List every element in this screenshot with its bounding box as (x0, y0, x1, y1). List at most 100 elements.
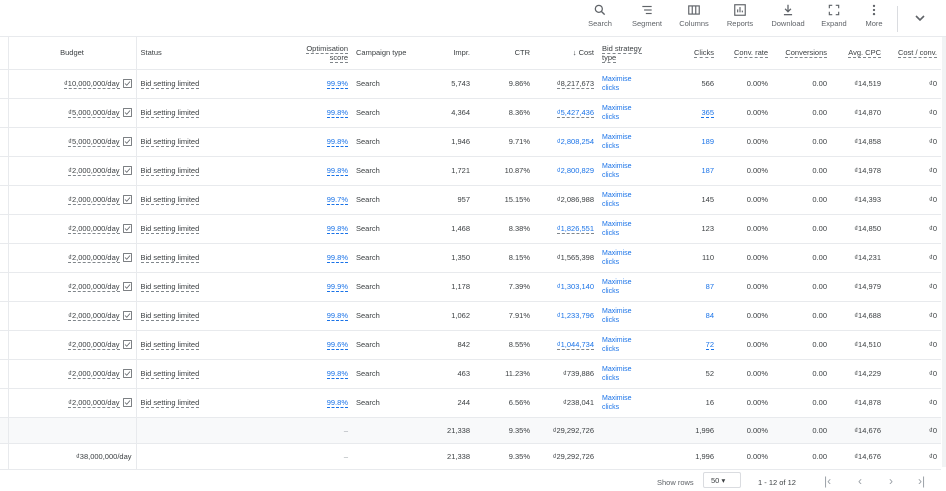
bid-strategy-cell[interactable]: Maximise clicks (598, 272, 664, 302)
optimisation-score-cell[interactable]: 99.8% (300, 243, 352, 273)
bid-strategy-cell[interactable]: Maximise clicks (598, 185, 664, 215)
table-row[interactable]: ₫10,000,000/day Bid setting limited 99.9% S… (0, 69, 941, 99)
cost-cell[interactable]: ₫2,808,254 (534, 127, 598, 157)
budget-cell[interactable]: ₫10,000,000/day (8, 69, 137, 99)
collapse-toolbar-button[interactable] (910, 10, 930, 26)
optimisation-score-cell[interactable]: 99.8% (300, 127, 352, 157)
edit-budget-icon[interactable] (122, 137, 132, 146)
header-avg-cpc[interactable]: Avg. CPC (831, 37, 885, 70)
vertical-scrollbar[interactable] (942, 37, 946, 467)
optimisation-score-cell[interactable]: 99.8% (300, 214, 352, 244)
table-row[interactable]: ₫5,000,000/day Bid setting limited 99.8% Se… (0, 127, 941, 157)
budget-cell[interactable]: ₫2,000,000/day (8, 388, 137, 418)
budget-cell[interactable]: ₫5,000,000/day (8, 98, 137, 128)
header-conv-rate[interactable]: Conv. rate (718, 37, 772, 70)
prev-page-icon[interactable]: ‹ (858, 474, 862, 488)
cost-cell[interactable]: ₫5,427,436 (534, 98, 598, 128)
segment-button[interactable]: Segment (624, 3, 670, 28)
budget-cell[interactable]: ₫2,000,000/day (8, 272, 137, 302)
cost-cell[interactable]: ₫1,565,398 (534, 243, 598, 273)
status-cell[interactable]: Bid setting limited (136, 127, 300, 157)
edit-budget-icon[interactable] (122, 311, 132, 320)
budget-cell[interactable]: ₫5,000,000/day (8, 127, 137, 157)
header-campaign-type[interactable]: Campaign type (352, 37, 416, 70)
header-status[interactable]: Status (136, 37, 300, 70)
clicks-cell[interactable]: 110 (664, 243, 718, 273)
cost-cell[interactable]: ₫238,041 (534, 388, 598, 418)
status-cell[interactable]: Bid setting limited (136, 272, 300, 302)
edit-budget-icon[interactable] (122, 224, 132, 233)
clicks-cell[interactable]: 16 (664, 388, 718, 418)
search-button[interactable]: Search (577, 3, 623, 28)
clicks-cell[interactable]: 72 (664, 330, 718, 360)
bid-strategy-cell[interactable]: Maximise clicks (598, 359, 664, 389)
clicks-cell[interactable]: 566 (664, 69, 718, 99)
table-row[interactable]: ₫2,000,000/day Bid setting limited 99.8% Se… (0, 214, 941, 244)
bid-strategy-cell[interactable]: Maximise clicks (598, 388, 664, 418)
table-row[interactable]: ₫2,000,000/day Bid setting limited 99.6% Se… (0, 330, 941, 360)
edit-budget-icon[interactable] (122, 369, 132, 378)
clicks-cell[interactable]: 87 (664, 272, 718, 302)
optimisation-score-cell[interactable]: 99.9% (300, 272, 352, 302)
first-page-icon[interactable]: |‹ (824, 474, 831, 488)
bid-strategy-cell[interactable]: Maximise clicks (598, 330, 664, 360)
header-ctr[interactable]: CTR (474, 37, 534, 70)
more-button[interactable]: More (851, 3, 897, 28)
status-cell[interactable]: Bid setting limited (136, 214, 300, 244)
table-row[interactable]: ₫2,000,000/day Bid setting limited 99.9% Se… (0, 272, 941, 302)
table-row[interactable]: ₫2,000,000/day Bid setting limited 99.8% Se… (0, 156, 941, 186)
status-cell[interactable]: Bid setting limited (136, 388, 300, 418)
columns-button[interactable]: Columns (671, 3, 717, 28)
edit-budget-icon[interactable] (122, 79, 132, 88)
header-bid-strategy-type[interactable]: Bid strategy type (598, 37, 664, 70)
cost-cell[interactable]: ₫8,217,673 (534, 69, 598, 99)
edit-budget-icon[interactable] (122, 253, 132, 262)
clicks-cell[interactable]: 187 (664, 156, 718, 186)
status-cell[interactable]: Bid setting limited (136, 301, 300, 331)
table-row[interactable]: ₫2,000,000/day Bid setting limited 99.8% Se… (0, 243, 941, 273)
clicks-cell[interactable]: 365 (664, 98, 718, 128)
budget-cell[interactable]: ₫2,000,000/day (8, 214, 137, 244)
optimisation-score-cell[interactable]: 99.8% (300, 98, 352, 128)
edit-budget-icon[interactable] (122, 195, 132, 204)
reports-button[interactable]: Reports (717, 3, 763, 28)
edit-budget-icon[interactable] (122, 340, 132, 349)
bid-strategy-cell[interactable]: Maximise clicks (598, 69, 664, 99)
optimisation-score-cell[interactable]: 99.8% (300, 359, 352, 389)
budget-cell[interactable]: ₫2,000,000/day (8, 359, 137, 389)
next-page-icon[interactable]: › (889, 474, 893, 488)
header-optimisation-score[interactable]: Optimisation score (300, 37, 352, 70)
optimisation-score-cell[interactable]: 99.8% (300, 388, 352, 418)
status-cell[interactable]: Bid setting limited (136, 69, 300, 99)
table-row[interactable]: ₫2,000,000/day Bid setting limited 99.7% Se… (0, 185, 941, 215)
optimisation-score-cell[interactable]: 99.8% (300, 301, 352, 331)
budget-cell[interactable]: ₫2,000,000/day (8, 330, 137, 360)
status-cell[interactable]: Bid setting limited (136, 359, 300, 389)
cost-cell[interactable]: ₫2,086,988 (534, 185, 598, 215)
status-cell[interactable]: Bid setting limited (136, 330, 300, 360)
cost-cell[interactable]: ₫1,303,140 (534, 272, 598, 302)
clicks-cell[interactable]: 189 (664, 127, 718, 157)
bid-strategy-cell[interactable]: Maximise clicks (598, 98, 664, 128)
cost-cell[interactable]: ₫739,886 (534, 359, 598, 389)
header-cost[interactable]: ↓ Cost (534, 37, 598, 70)
budget-cell[interactable]: ₫2,000,000/day (8, 301, 137, 331)
bid-strategy-cell[interactable]: Maximise clicks (598, 243, 664, 273)
clicks-cell[interactable]: 52 (664, 359, 718, 389)
edit-budget-icon[interactable] (122, 282, 132, 291)
status-cell[interactable]: Bid setting limited (136, 185, 300, 215)
bid-strategy-cell[interactable]: Maximise clicks (598, 156, 664, 186)
optimisation-score-cell[interactable]: 99.9% (300, 69, 352, 99)
clicks-cell[interactable]: 145 (664, 185, 718, 215)
budget-cell[interactable]: ₫2,000,000/day (8, 185, 137, 215)
optimisation-score-cell[interactable]: 99.8% (300, 156, 352, 186)
clicks-cell[interactable]: 84 (664, 301, 718, 331)
optimisation-score-cell[interactable]: 99.7% (300, 185, 352, 215)
budget-cell[interactable]: ₫2,000,000/day (8, 156, 137, 186)
bid-strategy-cell[interactable]: Maximise clicks (598, 214, 664, 244)
status-cell[interactable]: Bid setting limited (136, 98, 300, 128)
header-clicks[interactable]: Clicks (664, 37, 718, 70)
cost-cell[interactable]: ₫1,233,796 (534, 301, 598, 331)
last-page-icon[interactable]: ›| (918, 474, 925, 488)
bid-strategy-cell[interactable]: Maximise clicks (598, 127, 664, 157)
